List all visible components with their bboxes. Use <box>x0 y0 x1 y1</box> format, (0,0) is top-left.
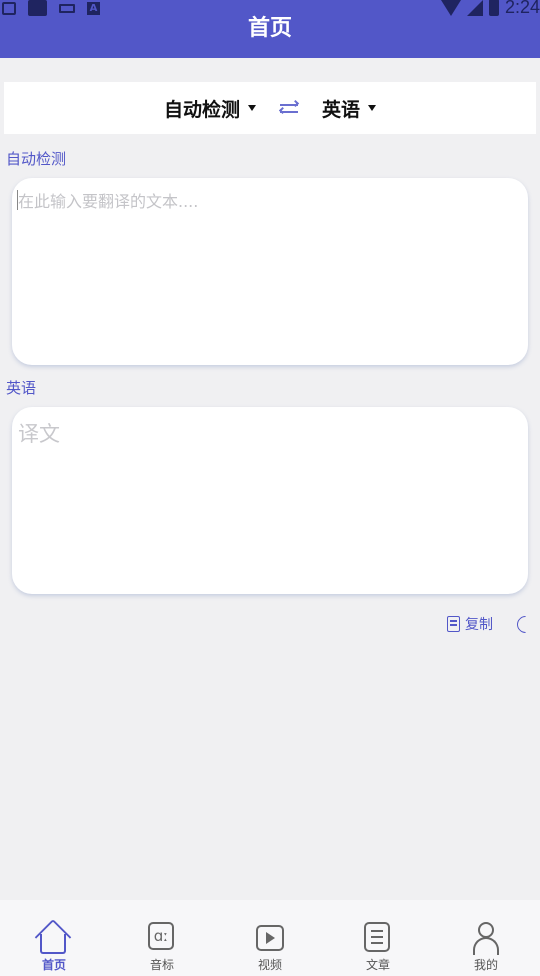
phonetic-icon: ɑː <box>148 922 176 954</box>
source-section-label: 自动检测 <box>6 150 67 168</box>
copy-label: 复制 <box>465 617 493 633</box>
home-icon <box>34 918 72 956</box>
caret-down-icon <box>248 105 256 111</box>
nav-item-phonetic[interactable]: ɑː 音标 <box>122 900 202 973</box>
nav-label: 我的 <box>473 958 498 972</box>
source-text-input[interactable] <box>12 178 528 365</box>
source-text-card <box>12 178 528 365</box>
source-language-select[interactable]: 自动检测 <box>164 95 256 122</box>
copy-button[interactable]: 复制 <box>447 614 493 634</box>
video-icon <box>256 922 284 954</box>
translation-placeholder: 译文 <box>18 422 60 446</box>
swap-languages-icon[interactable] <box>278 99 300 115</box>
profile-icon <box>472 922 500 955</box>
app-header: A 2:24 首页 <box>0 0 540 58</box>
bottom-navigation: 首页 ɑː 音标 视频 文章 我的 <box>0 900 540 976</box>
article-icon <box>364 922 392 954</box>
target-section-label: 英语 <box>6 379 37 397</box>
share-icon[interactable] <box>513 611 538 637</box>
page-title: 首页 <box>247 16 292 41</box>
target-language-label: 英语 <box>322 98 361 121</box>
nav-item-article[interactable]: 文章 <box>338 900 418 973</box>
nav-label: 音标 <box>149 958 174 972</box>
caret-down-icon <box>368 105 377 111</box>
target-language-select[interactable]: 英语 <box>322 95 377 122</box>
copy-icon <box>447 616 460 632</box>
nav-label: 首页 <box>41 958 66 972</box>
nav-item-video[interactable]: 视频 <box>230 900 310 973</box>
language-selector-bar: 自动检测 英语 <box>4 82 536 134</box>
nav-label: 视频 <box>257 958 282 972</box>
nav-item-profile[interactable]: 我的 <box>446 900 526 973</box>
translation-output-card: 译文 <box>12 407 528 594</box>
output-actions: 复制 <box>447 611 538 637</box>
nav-item-home[interactable]: 首页 <box>14 900 94 973</box>
nav-label: 文章 <box>365 958 390 972</box>
text-cursor <box>17 190 18 210</box>
source-language-label: 自动检测 <box>163 98 240 121</box>
